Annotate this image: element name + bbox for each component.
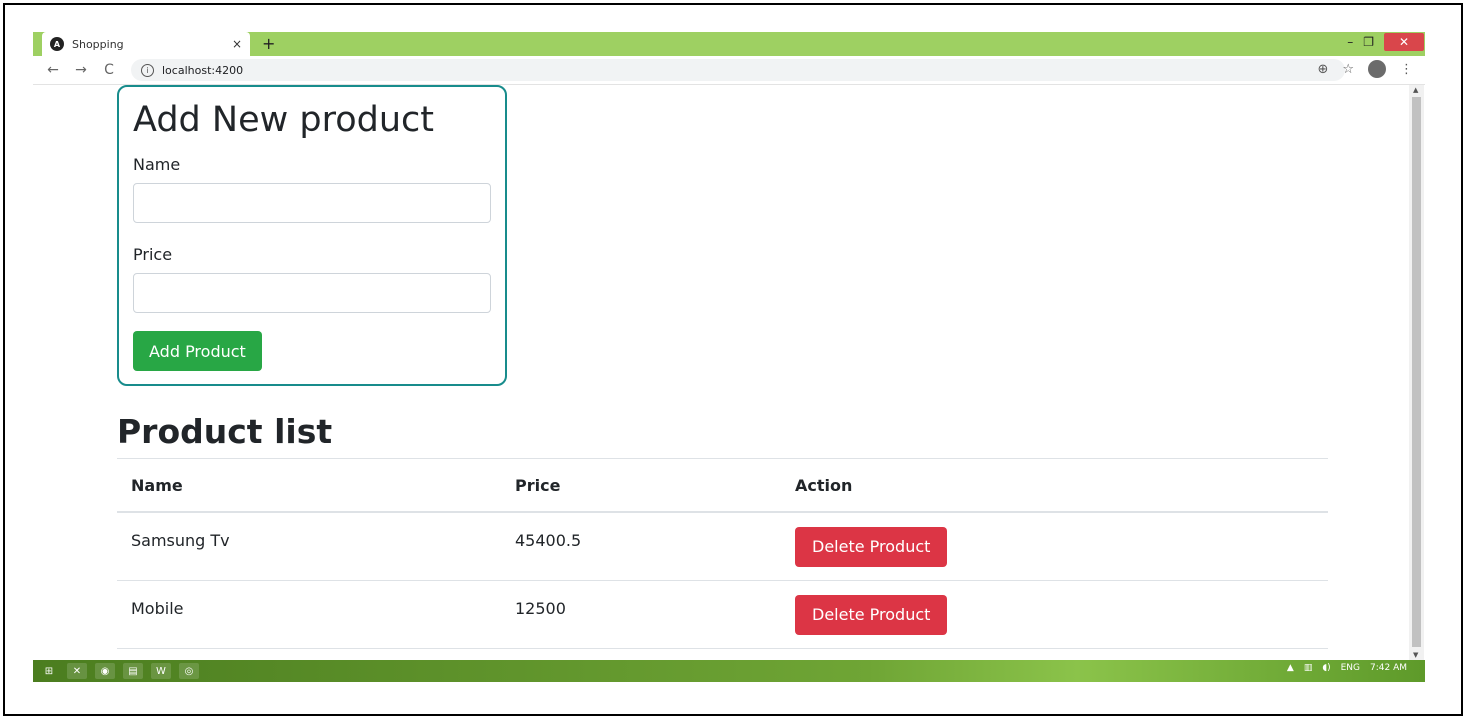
table-row: Mobile 12500 Delete Product xyxy=(117,580,1328,649)
reload-icon[interactable]: C xyxy=(101,62,117,78)
product-price: 12500 xyxy=(515,599,566,618)
product-name: Mobile xyxy=(131,599,184,618)
language-indicator[interactable]: ENG xyxy=(1341,663,1360,673)
price-input[interactable] xyxy=(133,273,491,313)
forward-arrow-icon[interactable]: → xyxy=(73,62,89,78)
window-controls: – ❐ ✕ xyxy=(1347,33,1424,51)
scroll-thumb[interactable] xyxy=(1412,97,1421,647)
vscode-icon[interactable]: ✕ xyxy=(67,663,87,679)
back-arrow-icon[interactable]: ← xyxy=(45,62,61,78)
word-icon[interactable]: W xyxy=(151,663,171,679)
scroll-down-icon[interactable]: ▼ xyxy=(1413,651,1418,659)
name-label: Name xyxy=(133,155,181,174)
name-input[interactable] xyxy=(133,183,491,223)
menu-kebab-icon[interactable]: ⋮ xyxy=(1400,62,1413,77)
zoom-icon[interactable]: ⊕ xyxy=(1317,62,1328,77)
clock[interactable]: 7:42 AM xyxy=(1370,663,1407,673)
delete-product-button[interactable]: Delete Product xyxy=(795,526,948,567)
column-header-action: Action xyxy=(781,458,1328,513)
info-icon[interactable]: i xyxy=(141,63,154,77)
network-icon[interactable]: ▥ xyxy=(1304,663,1313,673)
table-header-row: Name Price Action xyxy=(117,458,1328,513)
tab-title: Shopping xyxy=(72,37,124,51)
product-name: Samsung Tv xyxy=(131,531,230,550)
add-product-form: Add New product Name Price Add Product xyxy=(117,85,507,386)
product-table: Name Price Action Samsung Tv 45400.5 Del… xyxy=(117,458,1328,649)
tray-arrow-icon[interactable]: ▲ xyxy=(1287,663,1294,673)
scroll-up-icon[interactable]: ▲ xyxy=(1413,86,1418,94)
tab-close-icon[interactable]: × xyxy=(232,37,242,51)
add-product-button[interactable]: Add Product xyxy=(133,331,262,371)
table-row: Samsung Tv 45400.5 Delete Product xyxy=(117,512,1328,581)
page-viewport: Add New product Name Price Add Product P… xyxy=(33,85,1409,660)
new-tab-button[interactable]: + xyxy=(262,34,275,53)
profile-avatar[interactable] xyxy=(1368,60,1386,78)
column-header-price: Price xyxy=(501,458,781,513)
system-tray: ▲ ▥ ◖) ENG 7:42 AM xyxy=(1287,663,1407,673)
app-icon[interactable]: ◎ xyxy=(179,663,199,679)
url-text: localhost:4200 xyxy=(162,63,244,77)
volume-icon[interactable]: ◖) xyxy=(1322,663,1330,673)
angular-logo-icon: A xyxy=(50,37,64,51)
page-scrollbar[interactable]: ▲ ▼ xyxy=(1409,85,1424,660)
price-label: Price xyxy=(133,245,173,264)
column-header-name: Name xyxy=(117,458,501,513)
form-title: Add New product xyxy=(133,100,434,140)
browser-toolbar: ← → C i localhost:4200 ⊕ ☆ ⋮ xyxy=(33,56,1425,85)
os-taskbar: ⊞ ✕ ◉ ▤ W ◎ ▲ ▥ ◖) ENG 7:42 AM xyxy=(33,660,1425,682)
product-list-title: Product list xyxy=(117,412,333,451)
delete-product-button[interactable]: Delete Product xyxy=(795,594,948,635)
minimize-button[interactable]: – xyxy=(1347,35,1353,49)
close-window-button[interactable]: ✕ xyxy=(1384,33,1424,51)
chrome-icon[interactable]: ◉ xyxy=(95,663,115,679)
bookmark-star-icon[interactable]: ☆ xyxy=(1342,62,1354,77)
address-bar[interactable]: i localhost:4200 xyxy=(131,59,1345,81)
browser-tab[interactable]: A Shopping × xyxy=(42,32,250,56)
windows-start-icon[interactable]: ⊞ xyxy=(39,663,59,679)
restore-button[interactable]: ❐ xyxy=(1363,35,1374,49)
product-price: 45400.5 xyxy=(515,531,582,550)
file-explorer-icon[interactable]: ▤ xyxy=(123,663,143,679)
